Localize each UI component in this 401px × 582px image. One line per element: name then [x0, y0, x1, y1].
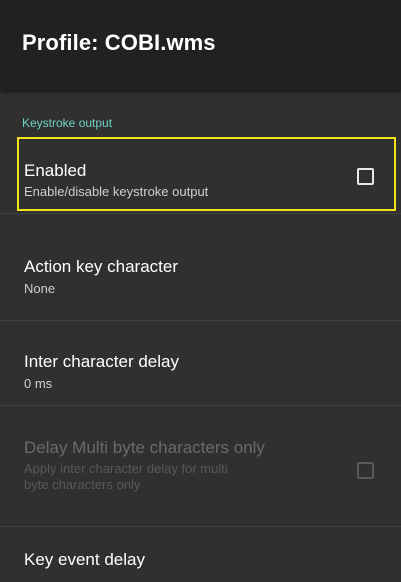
pref-action-key-character[interactable]: Action key character None [0, 215, 401, 321]
pref-delay-multibyte: Delay Multi byte characters only Apply i… [0, 407, 401, 527]
pref-delay-multibyte-title: Delay Multi byte characters only [24, 438, 265, 457]
pref-inter-char-delay-title: Inter character delay [24, 352, 179, 371]
pref-delay-multibyte-summary-1: Apply inter character delay for multi [24, 461, 228, 476]
highlight-outline [17, 137, 396, 211]
page-title: Profile: COBI.wms [22, 30, 216, 55]
pref-inter-character-delay[interactable]: Inter character delay 0 ms [0, 322, 401, 406]
pref-delay-multibyte-summary-2: byte characters only [24, 477, 141, 492]
pref-key-event-delay-title: Key event delay [24, 550, 145, 569]
pref-action-key-title: Action key character [24, 257, 179, 276]
delay-multibyte-checkbox [357, 462, 374, 479]
category-header: Keystroke output [22, 116, 113, 130]
pref-key-event-delay[interactable]: Key event delay [0, 528, 401, 582]
app-bar: Profile: COBI.wms [0, 0, 401, 90]
pref-action-key-summary: None [24, 281, 56, 296]
pref-inter-char-delay-summary: 0 ms [24, 376, 53, 391]
